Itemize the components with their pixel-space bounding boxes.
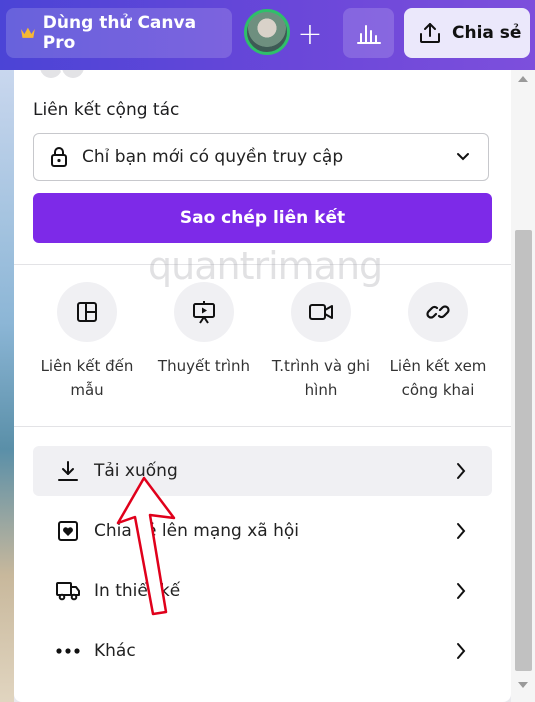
chevron-right-icon xyxy=(457,643,466,659)
plus-icon: + xyxy=(297,16,323,52)
user-avatar[interactable] xyxy=(244,9,290,55)
public-view-link-option[interactable]: Liên kết xem công khai xyxy=(379,282,497,402)
more-menu-item[interactable]: Khác xyxy=(33,626,492,676)
truck-icon xyxy=(55,580,81,602)
print-design-label: In thiết kế xyxy=(94,581,181,601)
download-label: Tải xuống xyxy=(94,461,178,481)
template-icon xyxy=(57,282,117,342)
share-panel: Liên kết cộng tác Chỉ bạn mới có quyền t… xyxy=(14,70,511,702)
share-button[interactable]: Chia sẻ xyxy=(404,8,530,58)
insights-button[interactable] xyxy=(343,8,394,58)
chevron-down-icon xyxy=(457,153,469,161)
collaboration-link-title: Liên kết cộng tác xyxy=(33,100,180,120)
more-label: Khác xyxy=(94,641,136,661)
template-link-option[interactable]: Liên kết đến mẫu xyxy=(28,282,146,402)
present-option[interactable]: Thuyết trình xyxy=(145,282,263,378)
print-design-menu-item[interactable]: In thiết kế xyxy=(33,566,492,616)
copy-link-label: Sao chép liên kết xyxy=(179,208,346,228)
present-label: Thuyết trình xyxy=(157,357,251,375)
collaborator-avatars xyxy=(38,70,98,80)
present-record-label-2: hình xyxy=(304,381,338,399)
share-label: Chia sẻ xyxy=(452,23,522,43)
lock-icon xyxy=(51,147,67,167)
share-options-row: Liên kết đến mẫu Thuyết trình T.trình và … xyxy=(14,282,511,412)
try-canva-pro-button[interactable]: Dùng thử Canva Pro xyxy=(6,8,232,58)
share-social-label: Chia sẻ lên mạng xã hội xyxy=(94,521,299,541)
template-link-label-1: Liên kết đến xyxy=(40,357,134,375)
upload-icon xyxy=(420,23,440,43)
add-people-button[interactable]: + xyxy=(290,12,330,56)
divider xyxy=(14,264,511,265)
video-camera-icon xyxy=(291,282,351,342)
design-canvas-edge xyxy=(0,70,14,702)
copy-link-button[interactable]: Sao chép liên kết xyxy=(33,193,492,243)
download-icon xyxy=(55,459,81,483)
access-level-value: Chỉ bạn mới có quyền truy cập xyxy=(82,147,344,167)
present-and-record-option[interactable]: T.trình và ghi hình xyxy=(262,282,380,402)
divider xyxy=(14,426,511,427)
chevron-right-icon xyxy=(457,583,466,599)
panel-scrollbar[interactable] xyxy=(511,70,535,702)
scroll-down-arrow-icon[interactable] xyxy=(518,682,528,688)
template-link-label-2: mẫu xyxy=(70,381,104,399)
scroll-up-arrow-icon[interactable] xyxy=(518,76,528,82)
share-social-menu-item[interactable]: Chia sẻ lên mạng xã hội xyxy=(33,506,492,556)
scroll-thumb[interactable] xyxy=(515,230,532,671)
presentation-icon xyxy=(174,282,234,342)
chevron-right-icon xyxy=(457,523,466,539)
download-menu-item[interactable]: Tải xuống xyxy=(33,446,492,496)
access-level-dropdown[interactable]: Chỉ bạn mới có quyền truy cập xyxy=(33,133,489,181)
present-record-label-1: T.trình và ghi xyxy=(271,357,371,375)
crown-icon xyxy=(20,27,35,38)
heart-box-icon xyxy=(55,519,81,543)
try-pro-label: Dùng thử Canva Pro xyxy=(42,13,197,53)
public-link-label-2: công khai xyxy=(401,381,475,399)
public-link-label-1: Liên kết xem xyxy=(389,357,487,375)
bar-chart-icon xyxy=(356,25,381,44)
link-icon xyxy=(408,282,468,342)
chevron-right-icon xyxy=(457,463,466,479)
more-dots-icon xyxy=(55,647,81,655)
top-bar: Dùng thử Canva Pro + Chia sẻ xyxy=(0,0,535,70)
